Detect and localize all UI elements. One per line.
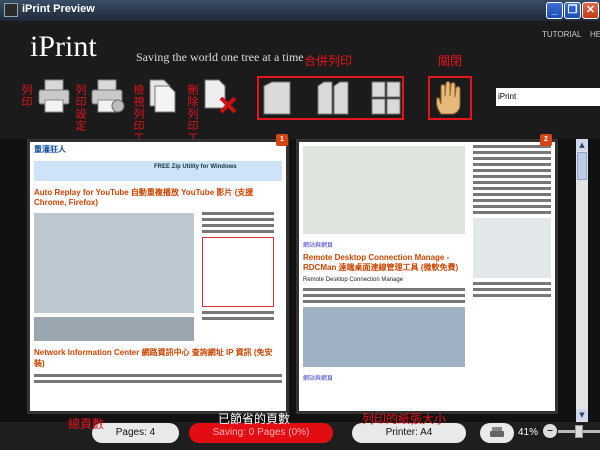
single-page-icon (263, 81, 291, 115)
printer-icon (38, 79, 70, 113)
paper-size-annotation: 列印的紙張大小 (362, 412, 447, 426)
total-pages-indicator: Pages: 4 (92, 423, 179, 443)
page1-site-title: 重灌狂人 (34, 145, 66, 154)
print-annotation: 列印 (20, 84, 33, 108)
four-pages-icon (371, 81, 401, 115)
page2-link-2: 網站與網頁 (303, 376, 334, 382)
page1-article-1: Auto Replay for YouTube 自動重複播放 YouTube 影… (34, 188, 254, 207)
saving-indicator: Saving: 0 Pages (0%) (189, 423, 333, 443)
two-pages-icon (317, 81, 349, 115)
merge-4-pages-button[interactable] (370, 80, 402, 121)
nav-help-link[interactable]: HE (590, 30, 600, 39)
page2-article-1: Remote Desktop Connection Manage - RDCMa… (303, 253, 459, 272)
search-input[interactable]: iPrint (496, 88, 600, 106)
delete-print-job-button[interactable] (203, 78, 239, 121)
zoom-slider-thumb[interactable] (575, 425, 583, 438)
scroll-down-arrow-icon[interactable]: ▼ (576, 409, 588, 421)
vertical-scrollbar[interactable]: ▲ ▼ (576, 139, 588, 422)
app-icon (4, 3, 18, 17)
window-titlebar: iPrint Preview (0, 0, 600, 21)
nav-tutorial-link[interactable]: TUTORIAL (542, 30, 581, 39)
saved-pages-annotation: 已節省的頁數 (218, 412, 291, 426)
page1-screenshot-strip (34, 317, 194, 341)
page2-dialog-image (303, 146, 465, 234)
close-preview-button[interactable] (433, 80, 467, 121)
merge-1-page-button[interactable] (262, 80, 294, 121)
page1-sidebar-box (202, 237, 274, 307)
copy-pages-icon (149, 79, 176, 113)
print-button[interactable] (37, 78, 71, 119)
merge-print-annotation: 合併列印 (304, 54, 353, 68)
close-annotation: 關閉 (438, 54, 463, 68)
page1-ad-banner: FREE Zip Utility for Windows (34, 161, 282, 181)
tagline: Saving the world one tree at a time (136, 50, 304, 64)
app-logo: iPrint (30, 30, 97, 63)
scroll-thumb[interactable] (577, 152, 587, 180)
zoom-value: 41% (518, 427, 539, 438)
close-window-button[interactable]: ✕ (582, 2, 599, 19)
page2-link-1: 網站與網頁 (303, 243, 334, 249)
total-pages-annotation: 總頁數 (68, 417, 105, 431)
page1-article-2: Network Information Center 網路資訊中心 查詢網址 I… (34, 348, 273, 368)
print-settings-button[interactable] (90, 78, 126, 119)
delete-page-icon (204, 79, 237, 114)
merge-2-pages-button[interactable] (316, 80, 350, 121)
zoom-button[interactable] (480, 423, 514, 443)
hand-icon (436, 81, 461, 115)
preview-page-1: 重灌狂人 FREE Zip Utility for Windows Auto R… (27, 139, 289, 414)
page2-article-body: Remote Desktop Connection Manage (303, 277, 404, 283)
page1-screenshot-image (34, 213, 194, 313)
maximize-button[interactable]: ❐ (564, 2, 581, 19)
printer-small-icon (490, 427, 504, 437)
scroll-up-arrow-icon[interactable]: ▲ (576, 139, 588, 151)
window-title: iPrint Preview (22, 3, 95, 15)
zoom-out-button[interactable]: – (543, 424, 557, 438)
printer-settings-icon (91, 79, 125, 113)
print-settings-annotation: 列印設定 (74, 84, 87, 132)
page2-rdcman-image (303, 307, 465, 367)
page2-sidebar-image (473, 218, 551, 278)
preview-print-job-button[interactable] (148, 78, 176, 119)
minimize-button[interactable]: _ (546, 2, 563, 19)
page-1-badge: 1 (276, 134, 288, 146)
page-2-badge: 2 (540, 134, 552, 146)
preview-page-2: 網站與網頁 Remote Desktop Connection Manage -… (296, 139, 558, 414)
printer-paper-button[interactable]: Printer: A4 (352, 423, 466, 443)
